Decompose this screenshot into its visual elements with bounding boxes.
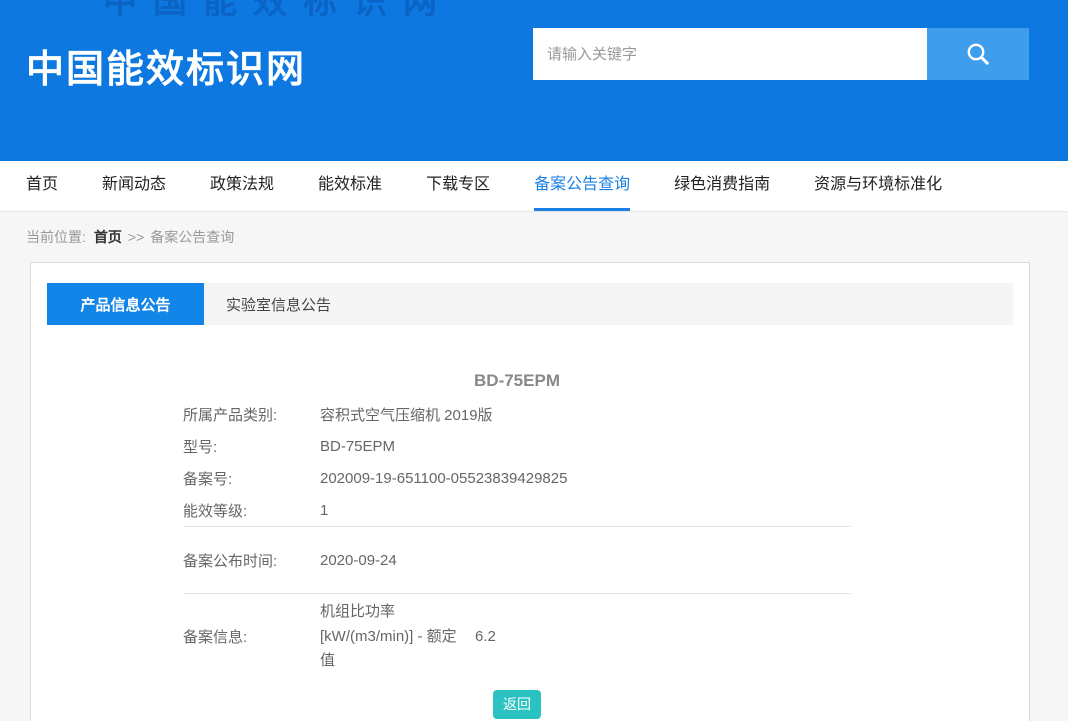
product-detail: BD-75EPM 所属产品类别: 容积式空气压缩机 2019版 型号: BD-7… bbox=[183, 371, 851, 719]
field-label: 备案公布时间: bbox=[183, 550, 320, 571]
field-label: 型号: bbox=[183, 436, 320, 457]
nav-item-news[interactable]: 新闻动态 bbox=[102, 161, 166, 211]
button-row: 返回 bbox=[183, 690, 851, 719]
record-param-name: 机组比功率[kW/(m3/min)] - 额定值 bbox=[320, 600, 457, 674]
product-title: BD-75EPM bbox=[183, 371, 851, 391]
field-value: 202009-19-651100-05523839429825 bbox=[320, 470, 567, 487]
logo-ghost-text: 中国能效标识网 bbox=[103, 0, 453, 23]
search-button[interactable] bbox=[927, 28, 1029, 80]
field-value: BD-75EPM bbox=[320, 438, 395, 455]
search-icon bbox=[964, 40, 992, 68]
breadcrumb: 当前位置: 首页 >> 备案公告查询 bbox=[0, 212, 1068, 262]
field-row-record-number: 备案号: 202009-19-651100-05523839429825 bbox=[183, 462, 851, 494]
field-value: 2020-09-24 bbox=[320, 552, 397, 569]
nav-item-resources-env[interactable]: 资源与环境标准化 bbox=[814, 161, 942, 211]
field-row-record-info: 备案信息: 机组比功率[kW/(m3/min)] - 额定值 6.2 bbox=[183, 594, 851, 678]
field-row-efficiency-grade: 能效等级: 1 bbox=[183, 494, 851, 526]
content-card: 产品信息公告 实验室信息公告 BD-75EPM 所属产品类别: 容积式空气压缩机… bbox=[30, 262, 1030, 721]
breadcrumb-prefix: 当前位置: bbox=[26, 227, 86, 247]
field-value: 容积式空气压缩机 2019版 bbox=[320, 404, 493, 425]
search-input[interactable] bbox=[533, 28, 927, 80]
back-button[interactable]: 返回 bbox=[493, 690, 541, 719]
nav-item-green-guide[interactable]: 绿色消费指南 bbox=[674, 161, 770, 211]
tab-bar: 产品信息公告 实验室信息公告 bbox=[47, 283, 1013, 325]
field-label: 备案信息: bbox=[183, 626, 320, 647]
nav-item-standards[interactable]: 能效标准 bbox=[318, 161, 382, 211]
field-label: 备案号: bbox=[183, 468, 320, 489]
field-label: 能效等级: bbox=[183, 500, 320, 521]
tab-lab-info[interactable]: 实验室信息公告 bbox=[204, 283, 353, 325]
breadcrumb-separator: >> bbox=[128, 229, 144, 245]
field-row-publish-date: 备案公布时间: 2020-09-24 bbox=[183, 527, 851, 593]
site-logo[interactable]: 中国能效标识网 bbox=[26, 38, 306, 93]
main-nav: 首页 新闻动态 政策法规 能效标准 下载专区 备案公告查询 绿色消费指南 资源与… bbox=[0, 161, 1068, 212]
search-bar bbox=[533, 28, 1029, 80]
nav-item-home[interactable]: 首页 bbox=[26, 161, 58, 211]
field-label: 所属产品类别: bbox=[183, 404, 320, 425]
site-header: 中国能效标识网 中国能效标识网 bbox=[0, 0, 1068, 161]
nav-item-downloads[interactable]: 下载专区 bbox=[426, 161, 490, 211]
breadcrumb-current: 备案公告查询 bbox=[150, 227, 234, 247]
field-row-model: 型号: BD-75EPM bbox=[183, 430, 851, 462]
nav-item-record-query[interactable]: 备案公告查询 bbox=[534, 161, 630, 211]
tab-product-info[interactable]: 产品信息公告 bbox=[47, 283, 204, 325]
field-row-category: 所属产品类别: 容积式空气压缩机 2019版 bbox=[183, 398, 851, 430]
breadcrumb-home-link[interactable]: 首页 bbox=[94, 227, 122, 247]
field-value: 1 bbox=[320, 502, 328, 519]
record-param-value: 6.2 bbox=[475, 628, 496, 645]
nav-item-policy[interactable]: 政策法规 bbox=[210, 161, 274, 211]
